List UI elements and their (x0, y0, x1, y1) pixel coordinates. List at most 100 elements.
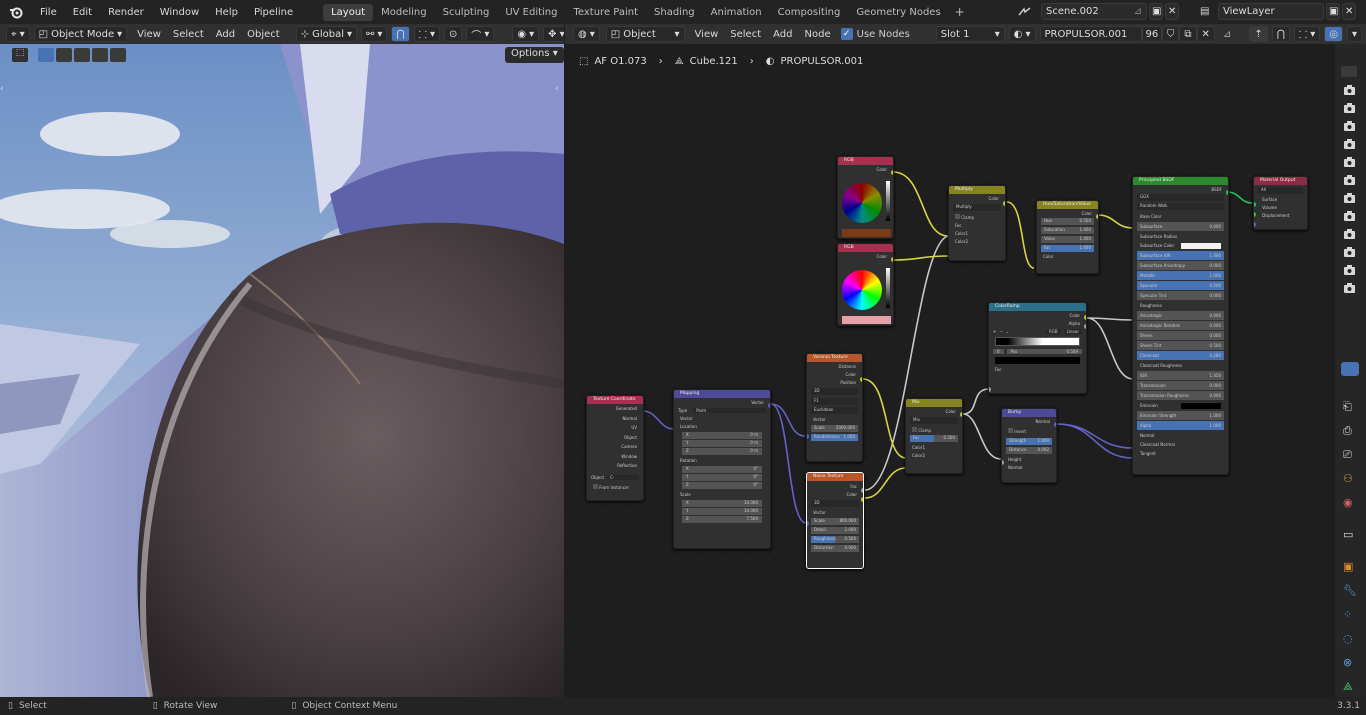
workspace-tab-sculpting[interactable]: Sculpting (435, 4, 498, 21)
collection-properties-icon[interactable]: ▭ (1343, 528, 1353, 541)
node-menu-node[interactable]: Node (799, 29, 837, 40)
camera-icon[interactable] (1343, 99, 1356, 113)
gizmo-toggle[interactable]: ✥ ▾ (543, 26, 564, 42)
pin-icon[interactable]: ⊿ (1134, 6, 1142, 17)
options-dropdown[interactable]: Options ▾ (505, 47, 564, 63)
modifier-wrench-icon[interactable]: 🔧︎ (1343, 584, 1357, 597)
workspace-tab-animation[interactable]: Animation (703, 4, 770, 21)
world-properties-icon[interactable]: ◉ (1343, 496, 1353, 509)
mapping-axis-field[interactable]: Z 0° (682, 482, 762, 489)
scene-properties-icon[interactable]: ⚇ (1343, 472, 1353, 485)
bsdf-input-row[interactable]: Subsurface 0.000 (1137, 222, 1224, 231)
node-output-surface-socket[interactable] (1254, 202, 1256, 207)
node-mapping-output-socket[interactable] (768, 403, 770, 408)
bsdf-input-row[interactable]: Specular 0.500 (1137, 281, 1224, 290)
workspace-tab-texture-paint[interactable]: Texture Paint (565, 4, 646, 21)
mapping-axis-field[interactable]: Y 0 m (682, 440, 762, 447)
bsdf-input-row[interactable]: Subsurface Anisotropy 0.000 (1137, 261, 1224, 270)
particles-icon[interactable]: ⁘ (1343, 608, 1352, 621)
view-layer-field[interactable]: ViewLayer (1218, 3, 1324, 20)
bsdf-input-row[interactable]: Anisotropic Rotation 0.000 (1137, 321, 1224, 330)
node-voronoi-randomness-field[interactable]: Randomness 1.000 (811, 434, 858, 441)
node-texcoord-from-instancer-checkbox[interactable]: From Instancer (593, 483, 637, 490)
scene-selector-icon[interactable] (1013, 3, 1041, 20)
mapping-axis-field[interactable]: X 0 m (682, 432, 762, 439)
bsdf-input-row[interactable]: Transmission Roughness 0.000 (1137, 391, 1224, 400)
node-hsv[interactable]: Hue/Saturation/Value Color Hue 0.500 Satu… (1036, 200, 1099, 274)
node-noise-distortion-field[interactable]: Distortion 0.000 (811, 545, 859, 552)
node-noise-roughness-field[interactable]: Roughness 0.500 (811, 536, 859, 543)
node-bump-normal-socket[interactable] (1054, 422, 1056, 427)
duplicate-material-button[interactable]: ⧉ (1179, 26, 1197, 42)
select-new-icon[interactable] (38, 48, 54, 62)
node-snap-target-dropdown[interactable]: ⸬ ▾ (1293, 26, 1321, 42)
node-noise-vector-socket[interactable] (807, 521, 809, 526)
blender-logo-icon[interactable] (8, 4, 24, 20)
properties-editor-toggle[interactable] (1341, 362, 1359, 376)
3d-viewport[interactable]: ⬚ Options ▾ ‹ ‹ (0, 44, 564, 697)
bsdf-input-row[interactable]: Roughness (1137, 301, 1224, 310)
color-wheel-2[interactable] (842, 270, 882, 310)
node-menu-add[interactable]: Add (767, 29, 798, 40)
node-mix-blend-dropdown[interactable]: Mix (910, 417, 958, 424)
camera-icon[interactable] (1343, 153, 1356, 167)
node-noise-color-socket[interactable] (861, 497, 863, 502)
snap-toggle[interactable]: ⋂ (391, 26, 410, 42)
menu-render[interactable]: Render (100, 7, 152, 18)
menu-pipeline[interactable]: Pipeline (246, 7, 301, 18)
output-properties-icon[interactable]: ⎚ (1343, 448, 1352, 462)
bsdf-input-row[interactable]: Clearcoat Normal (1137, 440, 1224, 449)
workspace-tab-geometry-nodes[interactable]: Geometry Nodes (848, 4, 948, 21)
ramp-stop-position[interactable]: Pos 0.569 (1006, 349, 1082, 354)
bsdf-input-row[interactable]: Sheen 0.000 (1137, 331, 1224, 340)
node-principled-bsdf[interactable]: Principled BSDF BSDF GGX Random Walk Bas… (1132, 176, 1229, 475)
sidebar-expand-icon[interactable]: ‹ (555, 84, 559, 94)
material-name-field[interactable]: PROPULSOR.001 (1039, 26, 1142, 42)
bsdf-input-row[interactable]: Subsurface Radius (1137, 232, 1224, 241)
menu-file[interactable]: File (32, 7, 65, 18)
pivot-dropdown[interactable]: ⚯ ▾ (361, 26, 388, 42)
select-subtract-icon[interactable] (74, 48, 90, 62)
node-voronoi-metric-dropdown[interactable]: Euclidean (811, 407, 858, 414)
node-bsdf-subsurface-method-dropdown[interactable]: Random Walk (1137, 203, 1224, 210)
render-properties-icon[interactable]: ⎙ (1343, 424, 1352, 438)
node-noise-texture[interactable]: Noise Texture Fac Color 3D Vector Scale 8… (806, 472, 864, 569)
bsdf-input-row[interactable]: Specular Tint 0.000 (1137, 291, 1224, 300)
node-rgb-2-output-socket[interactable] (891, 257, 893, 262)
node-menu-view[interactable]: View (689, 29, 725, 40)
node-noise-fac-socket[interactable] (861, 488, 863, 493)
node-snap-toggle[interactable]: ⋂ (1271, 26, 1290, 42)
select-extend-icon[interactable] (56, 48, 72, 62)
visibility-dropdown[interactable]: ◉ ▾ (512, 26, 540, 42)
bsdf-input-row[interactable]: Base Color (1137, 212, 1224, 221)
node-noise-scale-field[interactable]: Scale 800.000 (811, 518, 859, 525)
snap-target-dropdown[interactable]: ⸬ ▾ (413, 26, 440, 42)
menu-edit[interactable]: Edit (65, 7, 100, 18)
node-mix-output-socket[interactable] (960, 412, 962, 417)
bsdf-input-row[interactable]: Subsurface IOR 1.400 (1137, 251, 1224, 260)
mapping-axis-field[interactable]: X 0° (682, 466, 762, 473)
ramp-stop-index[interactable]: 0 (993, 349, 1004, 354)
value-slider-1[interactable] (886, 181, 890, 221)
viewport-menu-add[interactable]: Add (210, 29, 241, 40)
ramp-gradient-bar[interactable] (995, 337, 1080, 346)
select-intersect-icon[interactable] (110, 48, 126, 62)
bsdf-input-row[interactable]: Sheen Tint 0.500 (1137, 341, 1224, 350)
node-hsv-fac-field[interactable]: Fac 1.000 (1041, 245, 1094, 252)
node-hsv-saturation-field[interactable]: Saturation 1.000 (1041, 227, 1094, 234)
workspace-tab-layout[interactable]: Layout (323, 3, 374, 21)
bsdf-color-swatch[interactable] (1180, 402, 1221, 409)
mapping-axis-field[interactable]: X 10.000 (682, 500, 762, 507)
object-mode-dropdown[interactable]: ◰ Object Mode ▾ (33, 26, 128, 42)
node-color-ramp[interactable]: ColorRamp Color Alpha + − ⌄ RGB Linear 0… (988, 302, 1087, 394)
node-editor-type-dropdown[interactable]: ◍ ▾ (573, 26, 600, 42)
ramp-stop-color[interactable] (995, 357, 1080, 364)
bsdf-input-row[interactable]: Emission (1137, 401, 1224, 410)
tool-properties-icon[interactable]: ⎗ (1343, 400, 1352, 414)
mapping-axis-field[interactable]: Z 7.500 (682, 516, 762, 523)
menu-help[interactable]: Help (207, 7, 246, 18)
node-voronoi-texture[interactable]: Voronoi Texture Distance Color Position … (806, 353, 863, 462)
viewport-menu-view[interactable]: View (131, 29, 167, 40)
ramp-remove-stop-button[interactable]: − (999, 329, 1002, 334)
pin-node-tree-icon[interactable]: ⊿ (1223, 29, 1231, 40)
